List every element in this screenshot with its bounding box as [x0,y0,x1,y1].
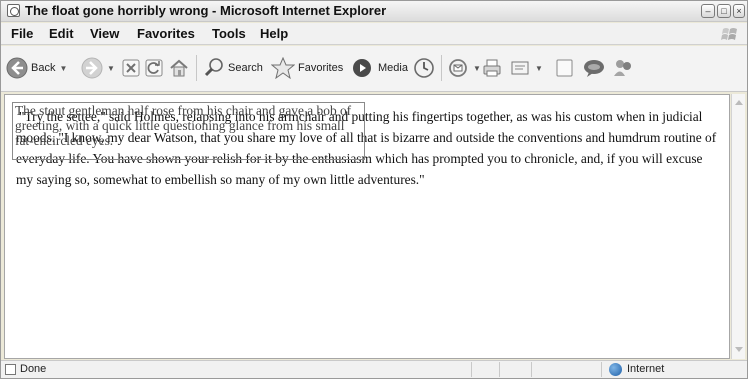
research-button[interactable] [582,55,606,81]
title-bar: The float gone horribly wrong - Microsof… [1,1,747,22]
toolbar-separator [441,55,442,81]
edit-dropdown-icon[interactable]: ▼ [535,64,543,73]
back-dropdown-icon[interactable]: ▼ [59,64,67,73]
status-separator [601,362,602,377]
mail-button[interactable]: ▼ [447,55,481,81]
security-zone-label: Internet [627,363,665,375]
mail-dropdown-icon[interactable]: ▼ [473,64,481,73]
back-label: Back [31,62,56,74]
discuss-icon [556,59,573,77]
forward-dropdown-icon[interactable]: ▼ [107,64,115,73]
home-button[interactable] [168,55,190,81]
history-icon [414,58,434,78]
back-button[interactable]: Back ▼ [6,55,67,81]
forward-button[interactable]: ▼ [81,55,115,81]
minimize-button[interactable]: – [701,4,715,18]
menu-edit[interactable]: Edit [49,26,74,41]
messenger-button[interactable] [611,55,635,81]
forward-arrow-icon [81,57,103,79]
edit-icon [511,61,529,75]
page-content[interactable]: "Try the settee," said Holmes, relapsing… [4,94,730,359]
messenger-icon [614,60,631,76]
internet-globe-icon [609,363,622,376]
scroll-down-icon[interactable] [735,347,743,352]
stop-icon [122,59,140,77]
window-title: The float gone horribly wrong - Microsof… [25,3,387,18]
vertical-scrollbar[interactable] [731,94,745,359]
history-button[interactable] [413,55,435,81]
favorites-star-icon [271,57,295,79]
search-icon [204,58,223,77]
discuss-button[interactable] [554,55,576,81]
standard-toolbar: Back ▼ ▼ Search Favorites Media ▼ ▼ [1,46,747,92]
favorites-label: Favorites [298,62,344,74]
status-separator [471,362,472,377]
status-separator [531,362,532,377]
back-arrow-icon [6,57,28,79]
status-text: Done [20,363,47,375]
menu-favorites[interactable]: Favorites [137,26,195,41]
media-button[interactable]: Media [351,55,408,81]
refresh-icon [145,59,163,77]
browser-window: The float gone horribly wrong - Microsof… [0,0,748,379]
stop-button[interactable] [122,55,140,81]
home-icon [170,59,188,77]
menu-bar: File Edit View Favorites Tools Help [1,23,747,45]
search-label: Search [228,62,263,74]
toolbar-separator [196,55,197,81]
page-status-icon [5,364,16,375]
edit-button[interactable]: ▼ [509,55,543,81]
media-icon [353,59,371,77]
windows-logo-icon [721,28,737,40]
print-button[interactable] [481,55,503,81]
status-separator [499,362,500,377]
print-icon [483,59,501,77]
search-button[interactable]: Search [203,55,263,81]
scroll-up-icon[interactable] [735,100,743,105]
media-label: Media [378,62,408,74]
maximize-button[interactable]: □ [717,4,731,18]
refresh-button[interactable] [145,55,163,81]
mail-icon [449,59,467,77]
speech-bubble-icon [584,60,604,77]
status-bar: Done Internet [1,360,747,378]
menu-tools[interactable]: Tools [212,26,246,41]
floated-box: The stout gentleman half rose from his c… [12,102,365,160]
close-button[interactable]: × [733,4,745,18]
menu-file[interactable]: File [11,26,33,41]
favorites-button[interactable]: Favorites [271,55,343,81]
menu-view[interactable]: View [90,26,119,41]
menu-help[interactable]: Help [260,26,288,41]
ie-page-icon [7,4,20,17]
